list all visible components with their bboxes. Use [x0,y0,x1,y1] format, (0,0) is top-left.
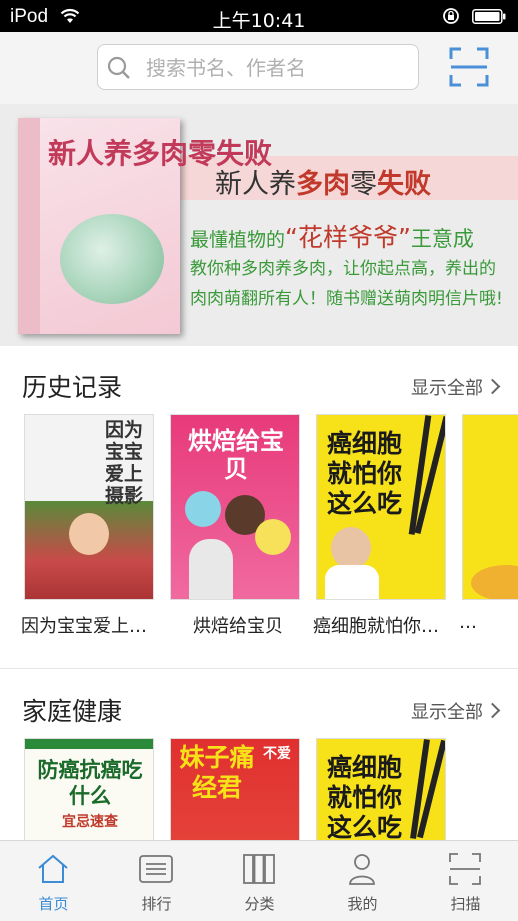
tab-label: 排行 [141,895,172,913]
book-cover[interactable]: 烘焙给宝贝 [170,414,300,600]
cover-subtext: 不爱 [263,746,291,762]
tab-label: 我的 [347,895,378,913]
book-cover[interactable]: 癌细胞就怕你这么吃 [316,414,446,600]
chevron-right-icon [484,378,501,395]
section-title: 家庭健康 [22,697,123,726]
category-icon [243,854,275,884]
tab-profile[interactable]: 我的 [311,841,414,921]
section-title: 历史记录 [22,373,123,402]
book-title: … [459,612,477,633]
status-bar: iPod 上午10:41 [0,0,518,32]
search-header [0,32,518,105]
scan-icon[interactable] [448,46,490,88]
tab-home[interactable]: 首页 [2,841,105,921]
book-title: 烘焙给宝贝 [193,616,283,637]
cover-text: 烘焙给宝贝 [188,427,284,483]
ranking-icon [139,855,173,883]
search-box[interactable] [97,44,419,91]
cover-subtext: 宜忌速查 [62,814,118,830]
home-icon [38,854,68,883]
banner-description-1: 教你种多肉养多肉，让你起点高，养出的 [190,259,496,279]
section-history-header: 历史记录 显示全部 [0,352,518,412]
book-cover[interactable]: 妹子痛经君 不爱 [170,738,300,840]
banner-title: 新人养多肉零失败 [215,169,431,200]
history-book-row: 因为宝宝爱上摄影 因为宝宝爱上… 烘焙给宝贝 烘焙给宝贝 癌细胞就怕你这么吃 癌… [0,414,518,654]
section-family-health-header: 家庭健康 显示全部 [0,676,518,736]
chevron-right-icon [484,702,501,719]
book-title: 癌细胞就怕你… [313,616,439,637]
tab-label: 分类 [244,895,275,913]
book-cover[interactable]: 防癌抗癌吃什么 宜忌速查 [24,738,154,840]
cover-text: 癌细胞就怕你这么吃 [327,429,403,518]
search-input[interactable] [144,45,408,91]
banner-book-cover: 新人养多肉零失败 [18,118,272,334]
search-icon [107,56,130,79]
show-all-link[interactable]: 显示全部 [411,374,501,400]
book-cover[interactable]: 因为宝宝爱上摄影 [24,414,154,600]
tab-label: 扫描 [450,895,481,913]
cover-text: 妹子痛经君 [179,743,255,802]
succulent-image [60,214,164,304]
battery-icon [472,9,506,24]
section-divider [0,668,518,669]
show-all-link[interactable]: 显示全部 [411,698,501,724]
bottom-tab-bar: 首页 排行 分类 我的 扫描 [0,840,518,921]
banner-subtitle: 最懂植物的“花样爷爷”王意成 [190,223,474,252]
cover-text: 癌细胞就怕你这么吃 [327,753,403,840]
book-cover[interactable]: 癌细胞就怕你这么吃 [316,738,446,840]
tab-scan[interactable]: 扫描 [414,841,517,921]
profile-icon [349,854,375,885]
cover-text: 防癌抗癌吃什么 [37,758,143,808]
banner-description-2: 肉肉萌翻所有人！随书赠送萌肉明信片哦! [190,289,503,309]
scan-icon [449,853,481,885]
promo-banner[interactable]: 新人养多肉零失败 新人养多肉零失败 最懂植物的“花样爷爷”王意成 教你种多肉养多… [0,104,518,346]
rotation-lock-icon [443,8,459,24]
status-time: 上午10:41 [212,10,306,32]
tab-category[interactable]: 分类 [208,841,311,921]
family-health-book-row: 防癌抗癌吃什么 宜忌速查 妹子痛经君 不爱 癌细胞就怕你这么吃 [0,738,518,840]
tab-label: 首页 [38,895,69,913]
book-cover[interactable] [462,414,518,600]
tab-ranking[interactable]: 排行 [105,841,208,921]
book-title: 因为宝宝爱上… [21,616,147,637]
cover-text: 因为宝宝爱上摄影 [104,419,143,507]
